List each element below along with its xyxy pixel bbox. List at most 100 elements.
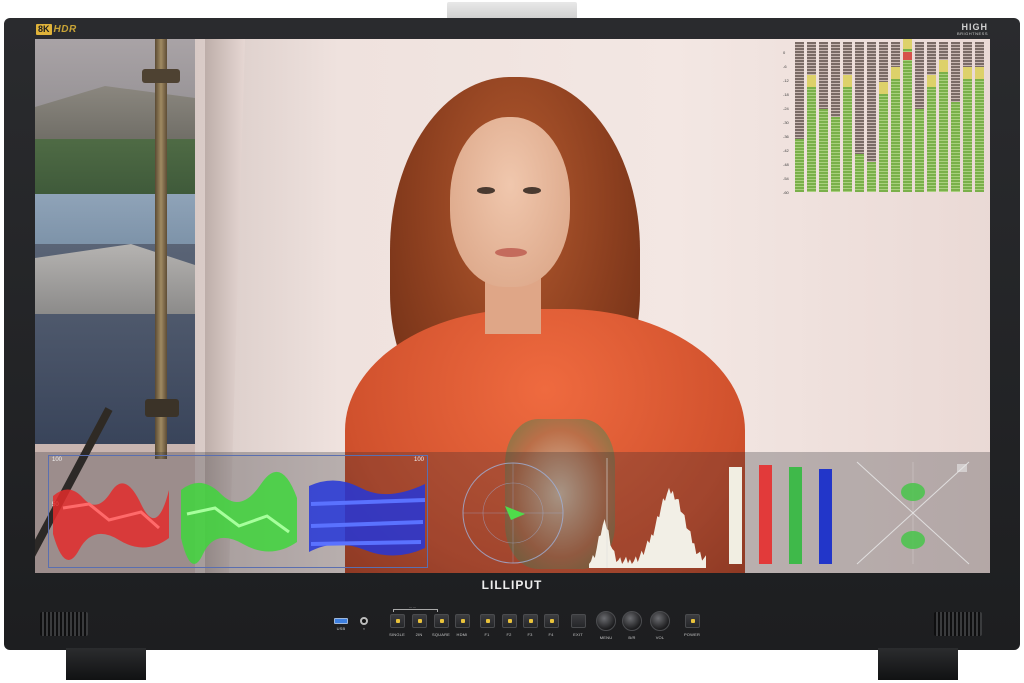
button-label: F3 [527, 632, 533, 637]
audio-meter-level [879, 94, 888, 192]
usb-label-wrap: USB [330, 626, 352, 631]
subject-eye [523, 187, 541, 194]
knob-b-r[interactable]: B/R [621, 611, 643, 640]
knob-vol[interactable]: VOL [649, 611, 671, 640]
high-brightness-badge: HIGH BRIGHTNESS [957, 23, 988, 36]
8k-label: 8K [36, 24, 52, 35]
button-exit[interactable]: EXIT [567, 614, 589, 637]
audio-meter-scale-label: -24 [783, 106, 789, 111]
audio-meter-peak-clip [903, 52, 912, 60]
button-single[interactable]: SINGLE [386, 614, 408, 637]
power-button-cap[interactable] [684, 614, 700, 628]
button-led-indicator [549, 619, 554, 623]
audio-meter-peak-warning [807, 75, 816, 87]
light-stand-pole [155, 39, 167, 459]
button-label: F4 [548, 632, 554, 637]
audio-meter-channel [867, 42, 876, 192]
button-cap[interactable] [543, 614, 559, 628]
audio-meter-level [903, 49, 912, 192]
8k-hdr-badge: 8K HDR [36, 24, 77, 35]
button-cap[interactable] [411, 614, 427, 628]
rotary-knob[interactable] [622, 611, 642, 631]
knob-label: B/R [628, 635, 636, 640]
audio-meter-channel [891, 42, 900, 192]
button-hdmi[interactable]: HDMI [451, 614, 473, 637]
button-label: SQUARE [431, 632, 451, 637]
power-button[interactable]: POWER [681, 614, 703, 637]
headphone-jack[interactable] [360, 617, 368, 625]
button-cap[interactable] [389, 614, 405, 628]
audio-meter-level [795, 139, 804, 192]
subject-lips [495, 248, 527, 257]
stand-foot-right [878, 648, 958, 680]
audio-meter-scale-label: -30 [783, 120, 789, 125]
button-cap[interactable] [501, 614, 517, 628]
audio-meter-scale-label: -54 [783, 176, 789, 181]
button-f3[interactable]: F3 [519, 614, 541, 637]
level-bar [819, 469, 832, 564]
button-led-indicator [460, 619, 465, 623]
button-cap[interactable] [479, 614, 495, 628]
rotary-knob[interactable] [650, 611, 670, 631]
stand-foot-left [66, 648, 146, 680]
knob-label: VOL [655, 635, 665, 640]
audio-meter-channel [819, 42, 828, 192]
brightness-label: BRIGHTNESS [956, 31, 988, 36]
waveform-blue-channel [309, 480, 426, 556]
level-bar [729, 467, 742, 564]
usb-port[interactable] [334, 618, 348, 624]
audio-meter-level [867, 162, 876, 192]
button-cap[interactable] [570, 614, 586, 628]
audio-meter-scale-label: -6 [783, 64, 787, 69]
vectorscope [462, 462, 564, 564]
audio-meter-scale-label: -48 [783, 162, 789, 167]
audio-meter-level [927, 87, 936, 192]
button-f1[interactable]: F1 [476, 614, 498, 637]
button-led-indicator [439, 619, 444, 623]
button-label: EXIT [573, 632, 583, 637]
audio-meter-level [951, 102, 960, 192]
audio-meter-peak-warning [843, 75, 852, 87]
button-f2[interactable]: F2 [498, 614, 520, 637]
power-led-indicator [690, 619, 695, 623]
audio-meter-level [963, 79, 972, 192]
audio-meter-channel [843, 42, 852, 192]
button-cap[interactable] [433, 614, 449, 628]
knob-label: MENU [599, 635, 613, 640]
subject-face [450, 117, 570, 287]
usb-label: USB [336, 626, 346, 631]
rgb-parade-waveform: 100 50 100 [48, 455, 428, 568]
audio-meter-peak-warning [903, 39, 912, 49]
button-led-indicator [395, 619, 400, 623]
button-cap[interactable] [454, 614, 470, 628]
button-label: HDMI [456, 632, 468, 637]
button-2in[interactable]: 2IN [408, 614, 430, 637]
level-bar [789, 467, 802, 564]
button-square[interactable]: SQUARE [430, 614, 452, 637]
monitor-screen: 0 -6 -12 -18 -24 -30 -36 -42 -48 -54 -60 100 50 10… [35, 39, 990, 573]
monitor-product-image: 8K HDR HIGH BRIGHTNESS 0 -6 -12 -18 -24 -30 -3… [0, 0, 1024, 683]
power-label: POWER [683, 632, 701, 637]
knob-menu[interactable]: MENU [595, 611, 617, 640]
histogram-area [589, 487, 706, 568]
control-panel: LILLIPUT USB ∩ — — SINGLE 2IN SQUARE HDMI F1… [4, 574, 1020, 650]
audio-meter-channel [975, 42, 984, 192]
light-stand-clamp [145, 399, 179, 417]
button-label: F1 [484, 632, 490, 637]
button-led-indicator [417, 619, 422, 623]
button-cap[interactable] [522, 614, 538, 628]
button-group-bracket [393, 609, 438, 612]
audio-meter-scale-label: -42 [783, 148, 789, 153]
audio-meter-channel [855, 42, 864, 192]
button-f4[interactable]: F4 [540, 614, 562, 637]
button-led-indicator [485, 619, 490, 623]
audio-meter-level [831, 117, 840, 192]
audio-meter-peak-warning [879, 82, 888, 94]
top-mount-tab [447, 2, 577, 19]
audio-meter-channel [927, 42, 936, 192]
rotary-knob[interactable] [596, 611, 616, 631]
audio-meter-scale-label: -36 [783, 134, 789, 139]
audio-meter-channel [879, 42, 888, 192]
background-trees [35, 139, 210, 194]
audio-meter-scale: 0 -6 -12 -18 -24 -30 -36 -42 -48 -54 -60 [783, 50, 791, 195]
